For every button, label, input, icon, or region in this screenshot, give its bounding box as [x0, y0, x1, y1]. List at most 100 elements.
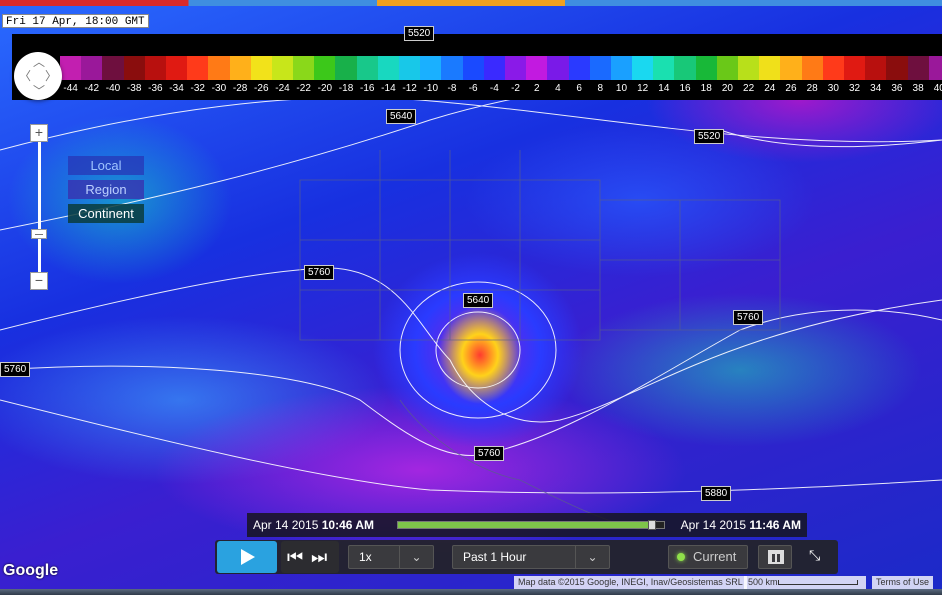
scale-label: 12	[637, 83, 649, 94]
pan-control[interactable]: ︿ ﹀ 〈 〉	[14, 52, 62, 100]
scale-swatch	[102, 56, 124, 80]
scale-swatch	[780, 56, 802, 80]
scale-swatch	[843, 56, 866, 80]
scale-swatch	[801, 56, 823, 80]
scale-swatch	[759, 56, 781, 80]
end-time: 11:46 AM	[749, 518, 801, 532]
scale-swatches	[60, 56, 942, 80]
scale-label: -38	[126, 83, 142, 94]
calendar-button[interactable]	[758, 545, 792, 569]
contour-label: 5760	[304, 265, 335, 280]
scale-label: -32	[190, 83, 205, 94]
zoom-in-button[interactable]: +	[30, 124, 48, 142]
scale-swatch	[335, 56, 357, 80]
contour-label: 5520	[404, 26, 435, 41]
timeline-handle[interactable]	[648, 520, 657, 530]
contour-line	[0, 399, 942, 494]
scale-swatch	[165, 56, 188, 80]
weather-map-app: Fri 17 Apr, 18:00 GMT -44 -42 -40 -38 -36 -34…	[0, 0, 942, 595]
scale-swatch	[886, 56, 908, 80]
scale-label: 34	[870, 83, 882, 94]
scale-label: -14	[381, 83, 396, 94]
scale-line	[778, 580, 858, 585]
scale-swatch	[674, 56, 696, 80]
scale-label: 24	[764, 83, 776, 94]
contour-label: 5760	[0, 362, 31, 377]
time-range-start: Apr 14 2015 10:46 AM	[253, 517, 374, 533]
terms-link[interactable]: Terms of Use	[872, 576, 934, 589]
zoom-level-continent[interactable]: Continent	[68, 204, 144, 223]
contour-label: 5640	[463, 293, 494, 308]
scale-label: 14	[658, 83, 670, 94]
zoom-level-region[interactable]: Region	[68, 180, 144, 199]
scale-swatch	[271, 56, 294, 80]
current-indicator-icon	[677, 553, 685, 561]
zoom-level-local[interactable]: Local	[68, 156, 144, 175]
speed-value: 1x	[359, 550, 372, 564]
step-forward-icon[interactable]: ⏭	[311, 546, 327, 568]
pan-left-icon[interactable]: 〈	[19, 70, 31, 82]
map-timestamp: Fri 17 Apr, 18:00 GMT	[2, 14, 149, 28]
contour-line	[0, 96, 942, 151]
scale-swatch	[293, 56, 315, 80]
collapse-button[interactable]: ⤡	[805, 545, 831, 569]
pan-right-icon[interactable]: 〉	[45, 70, 57, 82]
scale-label: -2	[511, 83, 520, 94]
scale-label: 16	[679, 83, 691, 94]
scale-swatch	[907, 56, 929, 80]
end-date: Apr 14 2015	[680, 518, 747, 532]
contour-label: 5520	[694, 129, 725, 144]
contour-label: 5760	[474, 446, 505, 461]
scale-swatch	[441, 56, 463, 80]
scale-swatch	[568, 56, 590, 80]
scale-swatch	[187, 56, 209, 80]
scale-swatch	[589, 56, 611, 80]
scale-label: 36	[891, 83, 903, 94]
chevron-down-icon: ⌄	[575, 546, 609, 568]
step-back-icon[interactable]: ⏮	[287, 546, 303, 568]
scale-swatch	[610, 56, 633, 80]
playback-controls: ⏮ ⏭ 1x ⌄ Past 1 Hour ⌄ Current ⤡	[215, 540, 838, 574]
scale-swatch	[81, 56, 103, 80]
calendar-icon	[768, 550, 784, 564]
timeline-track[interactable]	[397, 520, 665, 530]
zoom-slider-track[interactable]	[38, 142, 41, 278]
scale-label: -34	[169, 83, 184, 94]
zoom-out-button[interactable]: −	[30, 272, 48, 290]
contour-label: 5880	[701, 486, 732, 501]
play-button[interactable]	[217, 541, 277, 573]
scale-label: -20	[317, 83, 333, 94]
contour-ring	[435, 311, 521, 389]
start-time: 10:46 AM	[321, 518, 374, 532]
contour-line	[719, 129, 942, 148]
scale-swatch	[547, 56, 569, 80]
scale-label: 28	[806, 83, 818, 94]
scale-swatch	[462, 56, 484, 80]
scale-label: 6	[576, 83, 582, 94]
scale-label: 38	[912, 83, 924, 94]
time-range-select[interactable]: Past 1 Hour ⌄	[452, 545, 610, 569]
timeline-progress	[398, 522, 657, 528]
zoom-slider-handle[interactable]	[31, 229, 47, 239]
scale-swatch	[144, 56, 166, 80]
scale-swatch	[632, 56, 654, 80]
scale-label: 32	[848, 83, 861, 94]
chevron-down-icon: ⌄	[399, 546, 433, 568]
scale-label: -18	[338, 83, 354, 94]
scale-label: -36	[148, 83, 163, 94]
time-range-value: Past 1 Hour	[463, 550, 527, 564]
scale-swatch	[716, 56, 738, 80]
step-buttons[interactable]: ⏮ ⏭	[281, 541, 339, 573]
scale-label: -10	[423, 83, 438, 94]
contour-label: 5760	[733, 310, 764, 325]
pan-up-icon[interactable]: ︿	[33, 56, 45, 68]
scale-label: -24	[275, 83, 290, 94]
scale-swatch	[123, 56, 145, 80]
current-button[interactable]: Current	[668, 545, 748, 569]
scale-labels: -44 -42 -40 -38 -36 -34 -32 -30 -28 -26 -24 -22 -20-…	[60, 82, 942, 96]
scale-label: 22	[743, 83, 755, 94]
scale-label: 40	[933, 83, 942, 94]
scale-label: 18	[700, 83, 712, 94]
pan-down-icon[interactable]: ﹀	[33, 85, 45, 97]
speed-select[interactable]: 1x ⌄	[348, 545, 434, 569]
